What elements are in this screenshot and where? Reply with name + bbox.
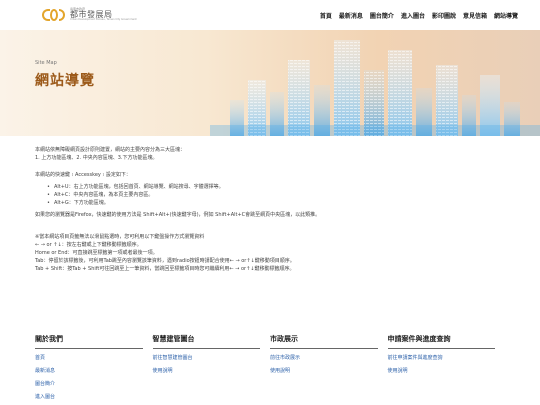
footer-links: 關於我們 首頁 最新消息 圖台簡介 進入圖台 智慧建管圖台 前往智慧建管圖台 使… xyxy=(35,334,505,404)
footer-column-title: 關於我們 xyxy=(35,334,143,349)
page-banner: Site Map 網站導覽 xyxy=(0,30,540,136)
footer-column-about: 關於我們 首頁 最新消息 圖台簡介 進入圖台 xyxy=(35,334,153,404)
keyboard-arrows: ← → or ↑↓：按左右鍵或上下鍵移動標籤順序。 xyxy=(35,242,142,248)
site-header: 臺南市政府 都市發展局 Urban Development Bureau, Ta… xyxy=(0,0,540,30)
nav-feedback[interactable]: 意見信箱 xyxy=(463,11,487,20)
site-logo[interactable]: 臺南市政府 都市發展局 Urban Development Bureau, Ta… xyxy=(42,6,137,24)
logo-mark-icon xyxy=(42,7,66,23)
footer-column-title: 市政展示 xyxy=(270,334,378,349)
footer-column-applications: 申請案件與進度查詢 前往申請案件與進度查詢 使用說明 xyxy=(387,334,506,404)
footer-column-city-display: 市政展示 前往市政展示 使用說明 xyxy=(270,334,388,404)
footer-link[interactable]: 最新消息 xyxy=(35,365,153,378)
footer-link[interactable]: 使用說明 xyxy=(153,365,271,378)
main-content: 本網站依無障礙網頁設計原則建置，網站的主要內容分為三大區塊： 1. 上方功能區塊… xyxy=(35,146,505,273)
keyboard-home-end: Home or End：可直接跳至標籤第一項或者最後一項。 xyxy=(35,250,158,256)
logo-en: Urban Development Bureau, Tainan City Go… xyxy=(70,18,137,22)
intro-line-1: 本網站依無障礙網頁設計原則建置，網站的主要內容分為三大區塊： xyxy=(35,147,186,153)
footer-link[interactable]: 首頁 xyxy=(35,352,153,365)
footer-link[interactable]: 使用說明 xyxy=(388,365,506,378)
footer-column-title: 申請案件與進度查詢 xyxy=(387,334,495,349)
keyboard-shift-tab: Tab + Shift：按Tab + Shift可往回跳至上一筆資料，當跳回至標… xyxy=(35,266,295,272)
footer-link[interactable]: 前往申請案件與進度查詢 xyxy=(388,352,506,365)
footer-column-smart-building: 智慧建管圖台 前往智慧建管圖台 使用說明 xyxy=(152,334,271,404)
nav-home[interactable]: 首頁 xyxy=(320,11,332,20)
keyboard-tab: Tab：停留於該標籤後，可利用Tab跳至內容瀏覽該筆資料，遇到radio按鈕時請… xyxy=(35,258,295,264)
nav-sitemap[interactable]: 網站導覽 xyxy=(494,11,518,20)
nav-news[interactable]: 最新消息 xyxy=(339,11,363,20)
nav-enter-map[interactable]: 進入圖台 xyxy=(401,11,425,20)
footer-link[interactable]: 圖台簡介 xyxy=(35,378,153,391)
footer-link[interactable]: 進入圖台 xyxy=(35,391,153,404)
accesskey-list: Alt+U：右上方功能區塊，包括回首頁、網站導覽、網站搜尋、字體選擇等。 Alt… xyxy=(47,183,505,207)
nav-about[interactable]: 圖台簡介 xyxy=(370,11,394,20)
main-nav: 首頁 最新消息 圖台簡介 進入圖台 影印圖說 意見信箱 網站導覽 xyxy=(320,11,518,20)
footer-link[interactable]: 前往市政展示 xyxy=(270,352,388,365)
footer-column-title: 智慧建管圖台 xyxy=(152,334,260,349)
city-skyline-illustration xyxy=(210,40,540,136)
accesskey-intro: 本網站的快速鍵﹝Accesskey﹞設定如下： xyxy=(35,172,131,178)
footer-link[interactable]: 前往智慧建管圖台 xyxy=(153,352,271,365)
banner-title-en: Site Map xyxy=(35,60,57,66)
footer-link[interactable]: 使用說明 xyxy=(270,365,388,378)
logo-text: 臺南市政府 都市發展局 Urban Development Bureau, Ta… xyxy=(70,8,137,22)
nav-print[interactable]: 影印圖說 xyxy=(432,11,456,20)
accesskey-item: Alt+U：右上方功能區塊，包括回首頁、網站導覽、網站搜尋、字體選擇等。 xyxy=(47,183,505,191)
accesskey-item: Alt+G：下方功能區塊。 xyxy=(47,199,505,207)
intro-line-2: 1. 上方功能區塊、2. 中央內容區塊、3.下方功能區塊。 xyxy=(35,155,158,161)
firefox-note: 如果您的瀏覽器是Firefox，快速鍵的使用方法是 Shift+Alt+(快速鍵… xyxy=(35,212,321,218)
keyboard-note: ※當本網站項目頁籤無法以滑鼠點選時，您可利用以下鍵盤操作方式瀏覽資料 xyxy=(35,234,205,240)
accesskey-item: Alt+C：中央內容區塊，為本頁主要內容區。 xyxy=(47,191,505,199)
page-title: 網站導覽 xyxy=(35,73,95,89)
